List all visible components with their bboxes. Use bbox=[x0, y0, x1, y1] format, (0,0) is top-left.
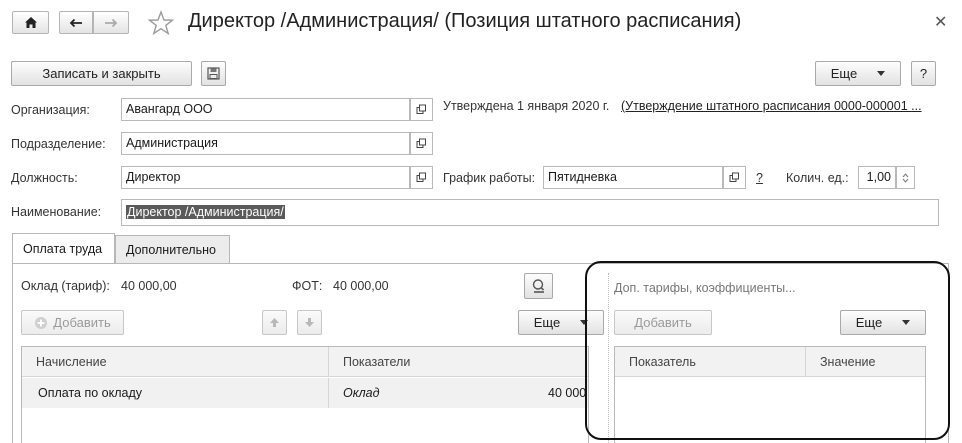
org-open-button[interactable] bbox=[410, 98, 433, 121]
approval-document-link[interactable]: (Утверждение штатного расписания 0000-00… bbox=[621, 99, 922, 113]
name-label: Наименование: bbox=[11, 205, 102, 219]
org-field[interactable]: Авангард ООО bbox=[121, 98, 410, 121]
more-button[interactable]: Еще bbox=[815, 61, 901, 86]
name-field[interactable]: Директор /Администрация/ bbox=[121, 199, 939, 226]
more-button-label: Еще bbox=[830, 66, 858, 81]
calculator-button[interactable] bbox=[524, 273, 553, 299]
schedule-open-button[interactable] bbox=[723, 166, 746, 189]
schedule-field[interactable]: Пятидневка bbox=[543, 166, 723, 189]
dept-field[interactable]: Администрация bbox=[121, 132, 410, 155]
org-label: Организация: bbox=[11, 103, 90, 117]
dept-label: Подразделение: bbox=[11, 137, 106, 151]
add-accrual-button[interactable]: Добавить bbox=[21, 310, 124, 335]
col-indicators[interactable]: Показатели bbox=[328, 347, 588, 377]
position-label: Должность: bbox=[11, 171, 78, 185]
accruals-table: Начисление Показатели Оплата по окладу О… bbox=[21, 346, 589, 443]
schedule-help-link[interactable]: ? bbox=[756, 171, 763, 185]
table-row[interactable]: Оплата по окладу Оклад 40 000 bbox=[22, 378, 588, 408]
open-window-icon bbox=[729, 172, 739, 182]
pay-more-label: Еще bbox=[533, 315, 561, 330]
forward-button[interactable] bbox=[93, 11, 129, 34]
row-divider bbox=[328, 378, 329, 408]
home-icon bbox=[24, 17, 37, 28]
back-button[interactable] bbox=[59, 11, 93, 34]
home-button[interactable] bbox=[12, 11, 49, 34]
help-button[interactable]: ? bbox=[911, 61, 936, 86]
floppy-disk-icon bbox=[207, 67, 220, 80]
favorite-star-icon[interactable] bbox=[148, 10, 174, 35]
position-open-button[interactable] bbox=[410, 166, 433, 189]
row-value: 40 000 bbox=[548, 386, 587, 400]
window-title: Директор /Администрация/ (Позиция штатно… bbox=[188, 10, 742, 32]
dept-open-button[interactable] bbox=[410, 132, 433, 155]
search-calculator-icon bbox=[532, 279, 544, 293]
fot-value: 40 000,00 bbox=[333, 279, 389, 293]
save-button[interactable] bbox=[201, 61, 226, 86]
chevron-down-icon bbox=[877, 71, 886, 76]
open-window-icon bbox=[416, 138, 426, 148]
plus-circle-icon bbox=[35, 316, 48, 329]
chevron-down-icon[interactable] bbox=[902, 178, 909, 183]
tab-additional[interactable]: Дополнительно bbox=[115, 235, 230, 264]
arrow-left-icon bbox=[69, 18, 82, 27]
row-accrual: Оплата по окладу bbox=[38, 386, 143, 400]
arrow-up-icon bbox=[270, 318, 279, 327]
add-accrual-label: Добавить bbox=[53, 315, 111, 330]
qty-label: Колич. ед.: bbox=[786, 171, 849, 185]
salary-value: 40 000,00 bbox=[121, 279, 177, 293]
row-indicator: Оклад bbox=[343, 386, 380, 400]
qty-stepper[interactable] bbox=[896, 166, 915, 189]
open-window-icon bbox=[416, 104, 426, 114]
tab-pay[interactable]: Оплата труда bbox=[12, 233, 115, 264]
schedule-label: График работы: bbox=[443, 171, 536, 185]
close-icon[interactable]: ✕ bbox=[934, 12, 947, 32]
qty-field[interactable]: 1,00 bbox=[858, 166, 896, 189]
col-accrual[interactable]: Начисление bbox=[22, 347, 328, 377]
name-field-value: Директор /Администрация/ bbox=[126, 205, 285, 219]
approved-text: Утверждена 1 января 2020 г. bbox=[443, 99, 610, 113]
move-down-button[interactable] bbox=[297, 310, 322, 335]
position-field[interactable]: Директор bbox=[121, 166, 410, 189]
fot-label: ФОТ: bbox=[292, 279, 323, 293]
arrow-right-icon bbox=[105, 18, 118, 27]
move-up-button[interactable] bbox=[262, 310, 287, 335]
save-and-close-button[interactable]: Записать и закрыть bbox=[11, 61, 192, 86]
highlight-frame bbox=[585, 261, 950, 440]
salary-label: Оклад (тариф): bbox=[21, 279, 110, 293]
arrow-down-icon bbox=[305, 318, 314, 327]
open-window-icon bbox=[416, 172, 426, 182]
